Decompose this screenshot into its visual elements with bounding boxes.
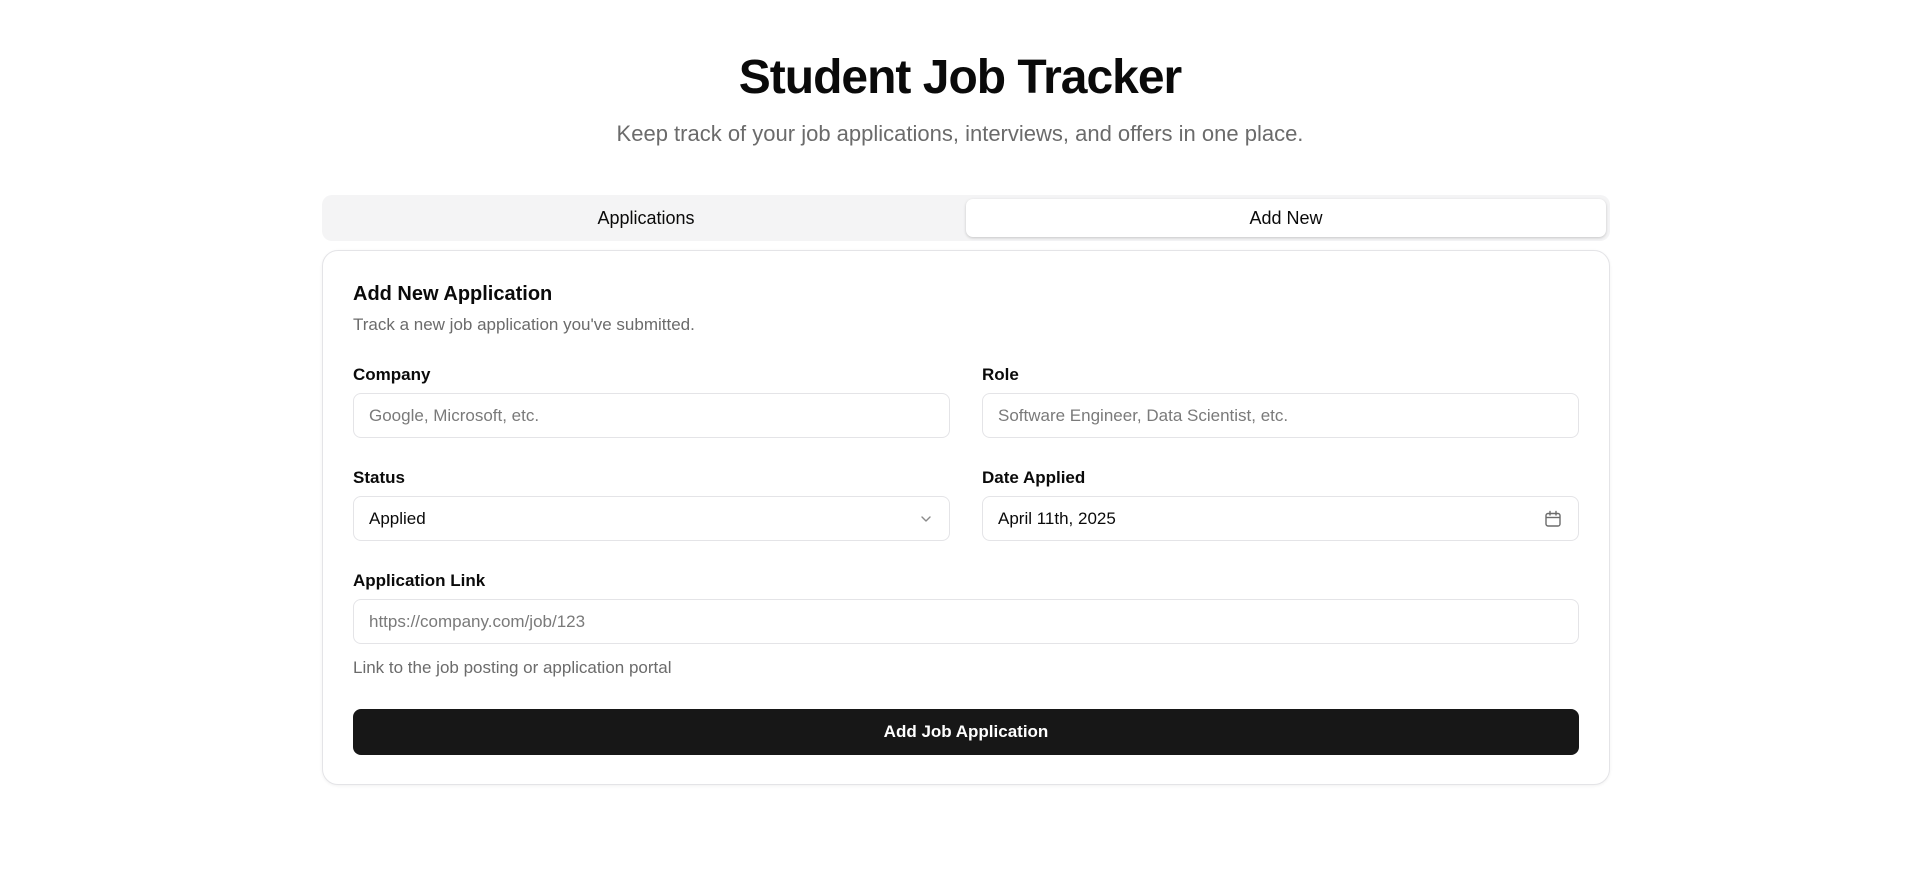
role-field bbox=[982, 393, 1579, 438]
company-input[interactable] bbox=[369, 405, 934, 426]
company-field bbox=[353, 393, 950, 438]
date-applied-label: Date Applied bbox=[982, 468, 1086, 487]
date-applied-picker[interactable]: April 11th, 2025 bbox=[982, 496, 1579, 541]
chevron-down-icon bbox=[918, 511, 934, 527]
calendar-icon bbox=[1543, 509, 1563, 529]
application-link-help: Link to the job posting or application p… bbox=[353, 658, 672, 677]
tab-applications[interactable]: Applications bbox=[326, 199, 966, 237]
page-header: Student Job Tracker Keep track of your j… bbox=[0, 50, 1920, 148]
company-label: Company bbox=[353, 365, 431, 384]
tab-add-new[interactable]: Add New bbox=[966, 199, 1606, 237]
card-description: Track a new job application you've submi… bbox=[353, 315, 695, 334]
date-applied-value: April 11th, 2025 bbox=[998, 508, 1116, 528]
add-job-application-button[interactable]: Add Job Application bbox=[353, 709, 1579, 755]
card-title: Add New Application bbox=[353, 283, 553, 305]
status-label: Status bbox=[353, 468, 405, 487]
status-select[interactable]: Applied bbox=[353, 496, 950, 541]
add-application-card: Add New Application Track a new job appl… bbox=[322, 250, 1610, 785]
page-title: Student Job Tracker bbox=[738, 51, 1182, 104]
application-link-field bbox=[353, 599, 1579, 644]
role-label: Role bbox=[982, 365, 1019, 384]
tabs-list: Applications Add New bbox=[322, 195, 1610, 241]
status-selected-value: Applied bbox=[369, 508, 426, 528]
page-subtitle: Keep track of your job applications, int… bbox=[616, 121, 1304, 146]
application-link-label: Application Link bbox=[353, 571, 486, 590]
application-link-input[interactable] bbox=[369, 611, 1563, 632]
role-input[interactable] bbox=[998, 405, 1563, 426]
